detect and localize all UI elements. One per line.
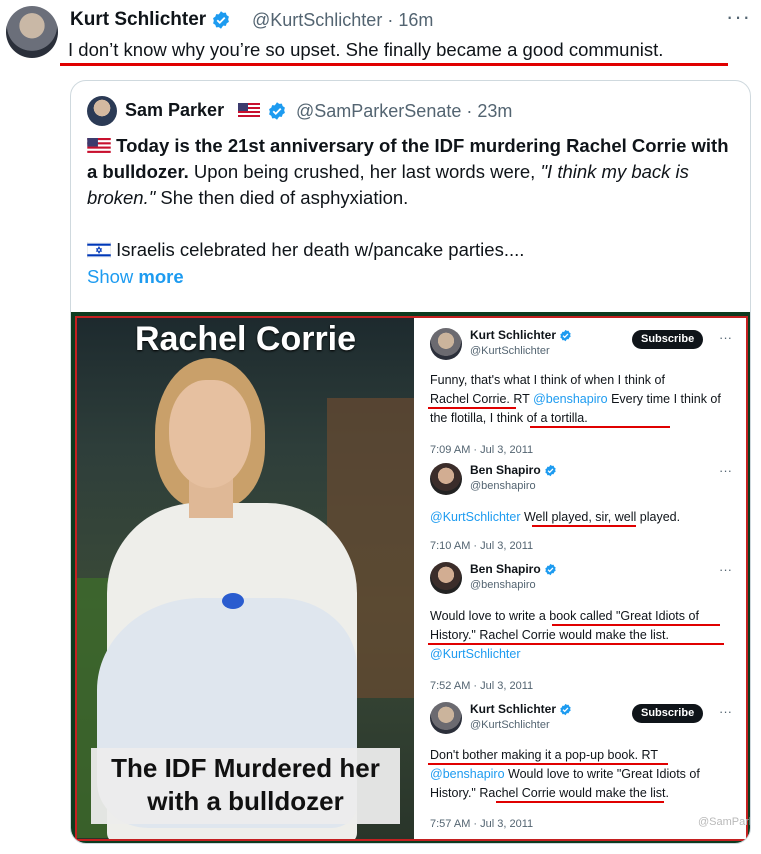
red-underline — [428, 763, 668, 765]
subscribe-button: Subscribe — [632, 704, 704, 723]
mention-link: @benshapiro — [430, 767, 505, 781]
timestamp: · 23m — [466, 101, 513, 121]
verified-badge-icon — [560, 704, 572, 716]
author-name-text: Kurt Schlichter — [470, 328, 557, 342]
show-more-link[interactable]: Show more — [87, 266, 184, 288]
screenshot-tweets: Kurt Schlichter @KurtSchlichter Subscrib… — [416, 318, 750, 839]
timestamp[interactable]: · 16m — [387, 10, 433, 30]
text-part: Rachel Corrie. — [430, 392, 510, 406]
avatar — [430, 328, 462, 360]
text-part: I think of a tortilla. — [486, 411, 588, 425]
author-name-text: Ben Shapiro — [470, 562, 541, 576]
tweet-text: I don’t know why you’re so upset. She fi… — [68, 39, 664, 60]
quoted-tweet-card[interactable]: Sam Parker @SamParkerSenate · 23m Today … — [70, 80, 751, 844]
mention-link: @KurtSchlichter — [430, 647, 521, 661]
more-options-icon: ··· — [719, 463, 732, 478]
author-name-text[interactable]: Kurt Schlichter — [70, 9, 206, 30]
tweet-handle: @benshapiro — [470, 579, 536, 591]
watermark: @SamParkerSenate — [698, 816, 751, 828]
body-text: Israelis celebrated her death w/pancake … — [111, 239, 525, 260]
handle-text: @SamParkerSenate — [296, 101, 462, 121]
quoted-avatar — [87, 96, 117, 126]
handle-text[interactable]: @KurtSchlichter — [252, 10, 382, 30]
more-options-icon: ··· — [719, 330, 732, 345]
tweet-author: Ben Shapiro — [470, 562, 557, 576]
mention-link: @benshapiro — [533, 392, 608, 406]
text-part: Well played, sir, well played. — [520, 510, 681, 524]
quoted-handle: @SamParkerSenate · 23m — [296, 101, 512, 122]
author-name-text: Kurt Schlichter — [470, 702, 557, 716]
tweet-text: Would love to write a book called "Great… — [430, 607, 735, 664]
photo-flag-emblem — [222, 593, 244, 609]
tweet-author: Kurt Schlichter — [470, 328, 572, 342]
avatar — [430, 702, 462, 734]
embedded-image[interactable]: Rachel Corrie The IDF Murdered her with … — [71, 312, 750, 843]
quoted-tweet-text: Today is the 21st anniversary of the IDF… — [87, 133, 737, 263]
avatar — [430, 562, 462, 594]
red-underline — [496, 801, 664, 803]
tweet-author: Ben Shapiro — [470, 463, 557, 477]
tweet-time: 7:09 AM · Jul 3, 2011 — [430, 444, 534, 456]
red-underline — [60, 63, 728, 66]
body-text: She then died of asphyxiation. — [155, 187, 409, 208]
more-options-icon[interactable]: ··· — [726, 4, 751, 30]
subscribe-button: Subscribe — [632, 330, 704, 349]
verified-badge-icon — [545, 465, 556, 477]
avatar[interactable] — [6, 6, 58, 58]
red-underline — [428, 643, 724, 645]
image-frame: Rachel Corrie The IDF Murdered her with … — [75, 316, 750, 841]
more-options-icon: ··· — [719, 562, 732, 577]
verified-badge-icon — [269, 102, 285, 120]
tweet-time: 7:57 AM · Jul 3, 2011 — [430, 818, 534, 830]
author-handle[interactable]: @KurtSchlichter · 16m — [252, 10, 433, 31]
tweet-handle: @KurtSchlichter — [470, 719, 550, 731]
tweet-time: 7:10 AM · Jul 3, 2011 — [430, 540, 534, 552]
mention-link: @KurtSchlichter — [430, 510, 521, 524]
tweet-time: 7:52 AM · Jul 3, 2011 — [430, 680, 534, 692]
photo: Rachel Corrie The IDF Murdered her with … — [77, 318, 414, 839]
tweet-text: Don't bother making it a pop-up book. RT… — [430, 746, 735, 803]
tweet-handle: @benshapiro — [470, 480, 536, 492]
verified-badge-icon — [560, 330, 572, 342]
us-flag-icon — [87, 138, 111, 154]
body-text: Upon being crushed, her last words were, — [188, 161, 541, 182]
show-more-text[interactable]: Show — [87, 266, 138, 287]
verified-badge-icon — [213, 11, 230, 29]
photo-caption: The IDF Murdered her with a bulldozer — [91, 748, 400, 824]
photo-face — [169, 380, 251, 488]
avatar — [430, 463, 462, 495]
author-name-text: Ben Shapiro — [470, 463, 541, 477]
red-underline — [552, 624, 720, 626]
tweet-author: Kurt Schlichter — [470, 702, 572, 716]
us-flag-icon — [238, 103, 260, 118]
tweet-text: Funny, that's what I think of when I thi… — [430, 371, 735, 428]
verified-badge-icon — [545, 564, 556, 576]
red-underline — [428, 407, 516, 409]
more-options-icon: ··· — [719, 704, 732, 719]
text-part: Funny, that's what I think of when I thi… — [430, 373, 665, 387]
text-part: Don't bother making it a pop-up book. — [430, 748, 639, 762]
red-underline — [530, 426, 670, 428]
author-name[interactable]: Kurt Schlichter — [70, 9, 231, 31]
israel-flag-icon — [87, 241, 111, 259]
photo-title: Rachel Corrie — [134, 320, 357, 358]
text-part: RT — [509, 392, 534, 406]
red-underline — [532, 525, 636, 527]
show-more-bold[interactable]: more — [138, 266, 183, 287]
text-part: RT — [638, 748, 658, 762]
tweet-handle: @KurtSchlichter — [470, 345, 550, 357]
quoted-author-name: Sam Parker — [125, 100, 225, 120]
